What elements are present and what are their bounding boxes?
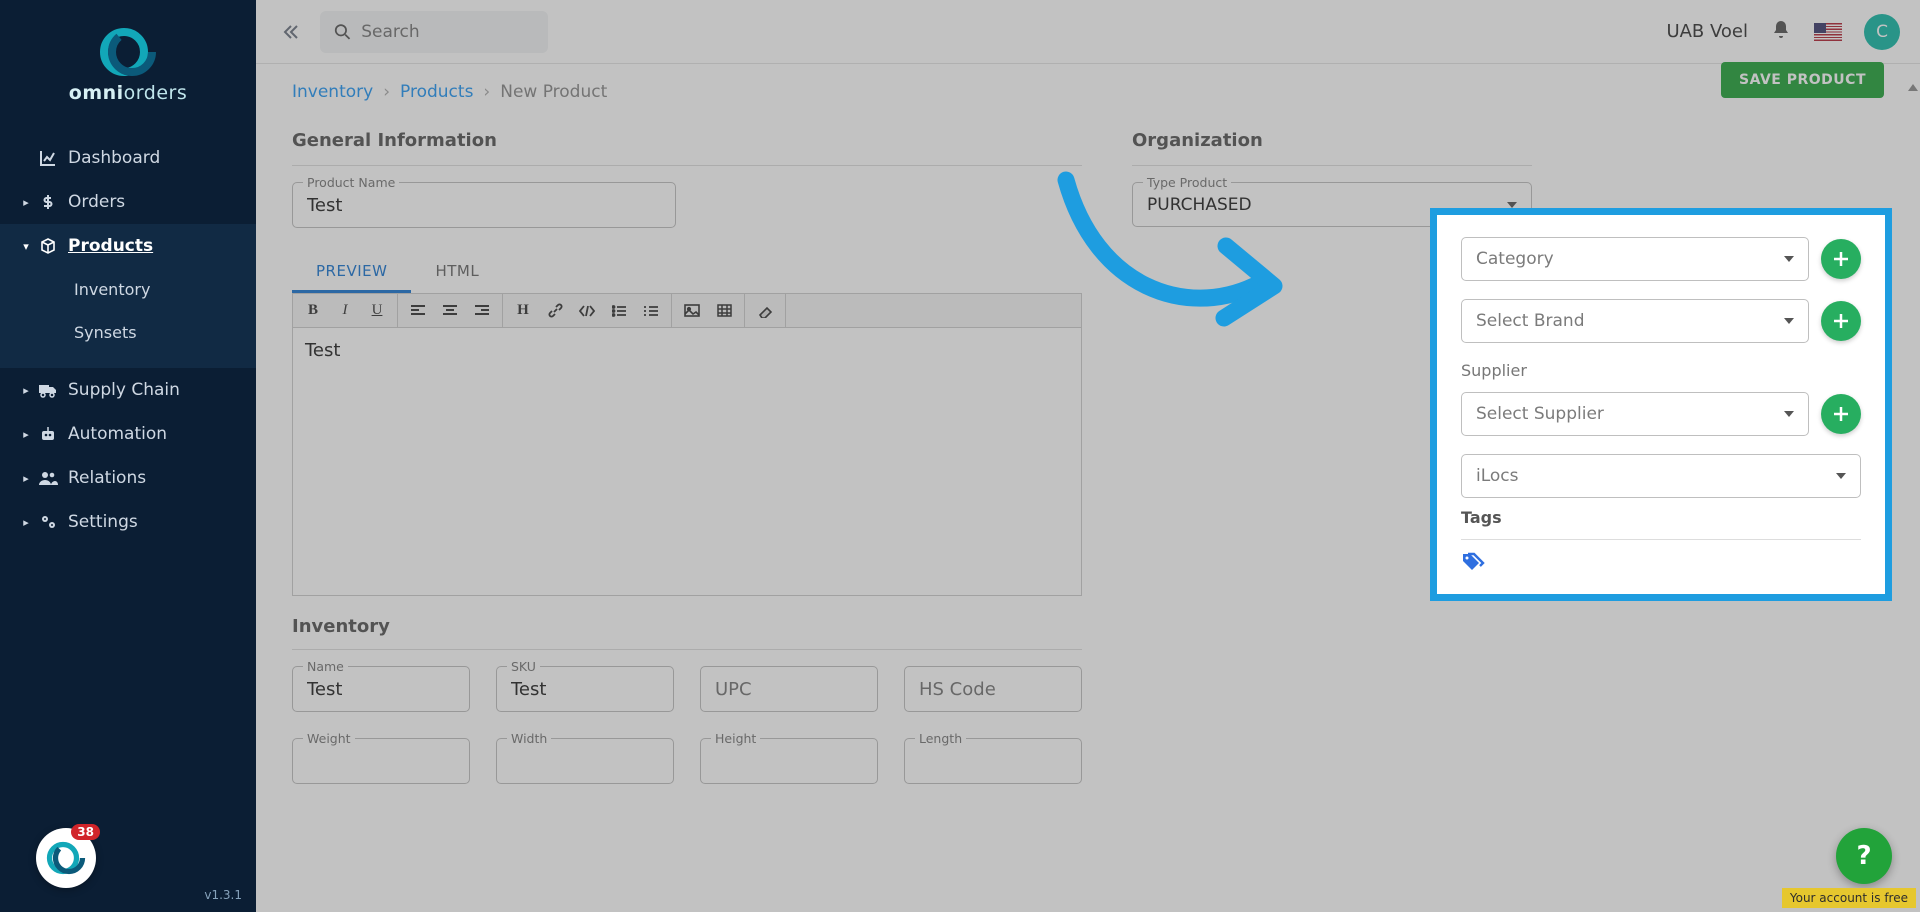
inv-upc-field[interactable] <box>700 666 878 712</box>
people-icon <box>34 470 62 486</box>
free-banner: Your account is free <box>1782 888 1916 908</box>
supplier-select[interactable]: Select Supplier <box>1461 392 1809 436</box>
gears-icon <box>34 513 62 531</box>
editor-toolbar: B I U H <box>292 294 1082 328</box>
chevron-down-icon <box>1784 256 1794 262</box>
sidebar-item-automation[interactable]: ▸ Automation <box>0 412 256 456</box>
cube-icon <box>34 237 62 255</box>
search-input[interactable] <box>361 22 534 42</box>
help-fab[interactable]: ? <box>1836 828 1892 884</box>
sidebar: omniorders ▸ Dashboard ▸ Orders ▾ Produc… <box>0 0 256 912</box>
top-bar: UAB Voel C <box>256 0 1920 64</box>
tag-icon[interactable] <box>1461 557 1485 576</box>
inv-name-field[interactable]: Name <box>292 666 470 712</box>
tab-html[interactable]: HTML <box>411 252 503 293</box>
supplier-label: Supplier <box>1461 361 1861 380</box>
sidebar-item-settings[interactable]: ▸ Settings <box>0 500 256 544</box>
chat-badge: 38 <box>71 824 100 840</box>
inv-height-field[interactable]: Height <box>700 738 878 784</box>
organization-highlight-panel: Category Select Brand Supplier Select Su… <box>1430 208 1892 601</box>
code-icon[interactable] <box>571 295 603 327</box>
description-tabs: PREVIEW HTML <box>292 252 1082 294</box>
underline-icon[interactable]: U <box>361 295 393 327</box>
ilocs-select[interactable]: iLocs <box>1461 454 1861 498</box>
app-logo: omniorders <box>0 0 256 126</box>
organization-title: Organization <box>1132 130 1532 151</box>
collapse-sidebar-button[interactable] <box>276 18 304 46</box>
avatar[interactable]: C <box>1864 14 1900 50</box>
sidebar-subitem-inventory[interactable]: Inventory <box>0 268 256 311</box>
truck-icon <box>34 382 62 398</box>
inv-weight-field[interactable]: Weight <box>292 738 470 784</box>
main-panel: UAB Voel C Inventory › Products › New Pr… <box>256 0 1920 912</box>
product-name-input[interactable] <box>307 195 661 216</box>
add-category-button[interactable] <box>1821 239 1861 279</box>
search-icon <box>334 22 351 42</box>
chevron-down-icon <box>1836 473 1846 479</box>
list-ol-icon[interactable] <box>603 295 635 327</box>
align-right-icon[interactable] <box>466 295 498 327</box>
add-brand-button[interactable] <box>1821 301 1861 341</box>
eraser-icon[interactable] <box>749 295 781 327</box>
description-editor[interactable]: Test <box>292 328 1082 596</box>
inv-width-field[interactable]: Width <box>496 738 674 784</box>
image-icon[interactable] <box>676 295 708 327</box>
chevron-down-icon <box>1784 318 1794 324</box>
category-select[interactable]: Category <box>1461 237 1809 281</box>
chevron-down-icon <box>1784 411 1794 417</box>
sidebar-nav: ▸ Dashboard ▸ Orders ▾ Products Inventor… <box>0 126 256 912</box>
bell-icon[interactable] <box>1770 19 1792 45</box>
crumb-inventory[interactable]: Inventory <box>292 82 373 102</box>
sidebar-item-dashboard[interactable]: ▸ Dashboard <box>0 136 256 180</box>
table-icon[interactable] <box>708 295 740 327</box>
scroll-up-indicator[interactable] <box>1908 84 1918 94</box>
inv-length-field[interactable]: Length <box>904 738 1082 784</box>
chat-widget[interactable]: 38 <box>36 828 96 888</box>
inv-hs-field[interactable] <box>904 666 1082 712</box>
product-name-field[interactable]: Product Name <box>292 182 676 228</box>
dollar-icon <box>34 193 62 211</box>
org-name: UAB Voel <box>1666 21 1748 42</box>
chart-icon <box>34 149 62 167</box>
sidebar-item-supply-chain[interactable]: ▸ Supply Chain <box>0 368 256 412</box>
general-info-title: General Information <box>292 130 1082 151</box>
breadcrumb: Inventory › Products › New Product <box>292 82 607 102</box>
heading-icon[interactable]: H <box>507 295 539 327</box>
tags-label: Tags <box>1461 508 1861 527</box>
sidebar-subitem-synsets[interactable]: Synsets <box>0 311 256 354</box>
add-supplier-button[interactable] <box>1821 394 1861 434</box>
sidebar-item-orders[interactable]: ▸ Orders <box>0 180 256 224</box>
italic-icon[interactable]: I <box>329 295 361 327</box>
sidebar-item-relations[interactable]: ▸ Relations <box>0 456 256 500</box>
crumb-products[interactable]: Products <box>400 82 473 102</box>
flag-icon[interactable] <box>1814 23 1842 41</box>
tab-preview[interactable]: PREVIEW <box>292 252 411 293</box>
align-center-icon[interactable] <box>434 295 466 327</box>
robot-icon <box>34 425 62 443</box>
sidebar-item-products[interactable]: ▾ Products <box>0 224 256 268</box>
inv-sku-field[interactable]: SKU <box>496 666 674 712</box>
link-icon[interactable] <box>539 295 571 327</box>
align-left-icon[interactable] <box>402 295 434 327</box>
inventory-title: Inventory <box>292 616 1082 637</box>
search-box[interactable] <box>320 11 548 53</box>
list-ul-icon[interactable] <box>635 295 667 327</box>
save-product-button[interactable]: SAVE PRODUCT <box>1721 62 1884 98</box>
bold-icon[interactable]: B <box>297 295 329 327</box>
brand-select[interactable]: Select Brand <box>1461 299 1809 343</box>
version-label: v1.3.1 <box>204 888 242 902</box>
crumb-current: New Product <box>500 82 607 102</box>
